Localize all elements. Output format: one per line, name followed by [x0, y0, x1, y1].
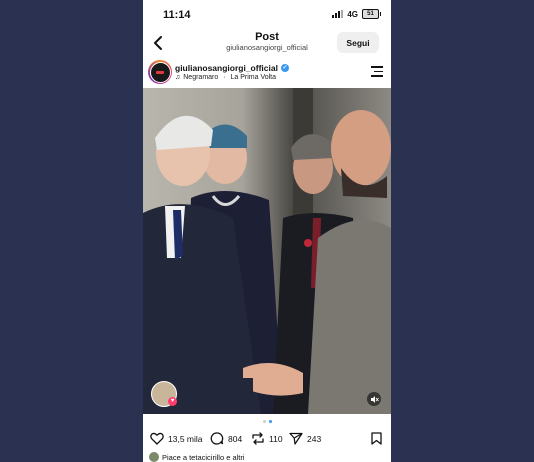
signal-icon — [332, 10, 344, 18]
photo-illustration — [143, 88, 391, 414]
carousel-dot-active — [268, 420, 272, 423]
verified-badge-icon: ✓ — [280, 64, 289, 72]
carousel-indicator — [143, 420, 391, 423]
bookmark-icon[interactable] — [371, 432, 382, 445]
post-photo[interactable]: ♥ — [143, 88, 391, 414]
like-count: 13,5 mila — [168, 433, 203, 444]
send-icon — [289, 432, 303, 445]
battery-level: 51 — [367, 11, 374, 17]
repost-icon — [252, 432, 264, 445]
author-username-row[interactable]: giulianosangiorgi_official ✓ — [175, 63, 289, 73]
share-button[interactable]: 243 — [289, 432, 321, 445]
action-bar: 13,5 mila 804 110 243 — [143, 430, 391, 450]
music-row[interactable]: ♫ Negramaro · La Prima Volta — [175, 74, 276, 81]
menu-icon[interactable] — [371, 66, 383, 77]
post-header: Post giulianosangiorgi_official Segui — [143, 28, 391, 58]
repost-count: 110 — [269, 433, 283, 444]
author-username[interactable]: giulianosangiorgi_official — [175, 63, 278, 73]
like-button[interactable]: 13,5 mila — [150, 432, 203, 445]
music-note-icon: ♫ — [175, 74, 181, 81]
status-bar: 11:14 4G 51 — [143, 0, 391, 28]
comment-icon — [210, 432, 224, 445]
liked-by-avatar — [149, 452, 159, 462]
mute-icon[interactable] — [367, 392, 381, 406]
heart-icon — [150, 432, 164, 445]
music-song: La Prima Volta — [230, 74, 277, 81]
liked-by-row[interactable]: Piace a tetacicirillo e altri — [149, 452, 245, 462]
liked-by-text: Piace a tetacicirillo e altri — [162, 452, 245, 462]
music-separator: · — [221, 74, 228, 81]
battery-icon: 51 — [362, 9, 381, 19]
share-count: 243 — [307, 433, 322, 444]
author-avatar[interactable] — [148, 60, 172, 84]
comment-button[interactable]: 804 — [210, 432, 242, 445]
carousel-dot — [262, 420, 266, 423]
status-indicators: 4G 51 — [332, 9, 381, 19]
heart-badge-icon: ♥ — [168, 397, 177, 406]
status-time: 11:14 — [163, 9, 191, 21]
network-label: 4G — [347, 9, 358, 19]
comment-count: 804 — [228, 433, 243, 444]
author-row: giulianosangiorgi_official ✓ ♫ Negramaro… — [143, 58, 391, 88]
music-artist: Negramaro — [183, 74, 219, 81]
phone-screen: 11:14 4G 51 Post giulianosangiorgi_offic… — [143, 0, 391, 462]
follow-button[interactable]: Segui — [337, 32, 379, 53]
repost-button[interactable]: 110 — [251, 432, 283, 445]
